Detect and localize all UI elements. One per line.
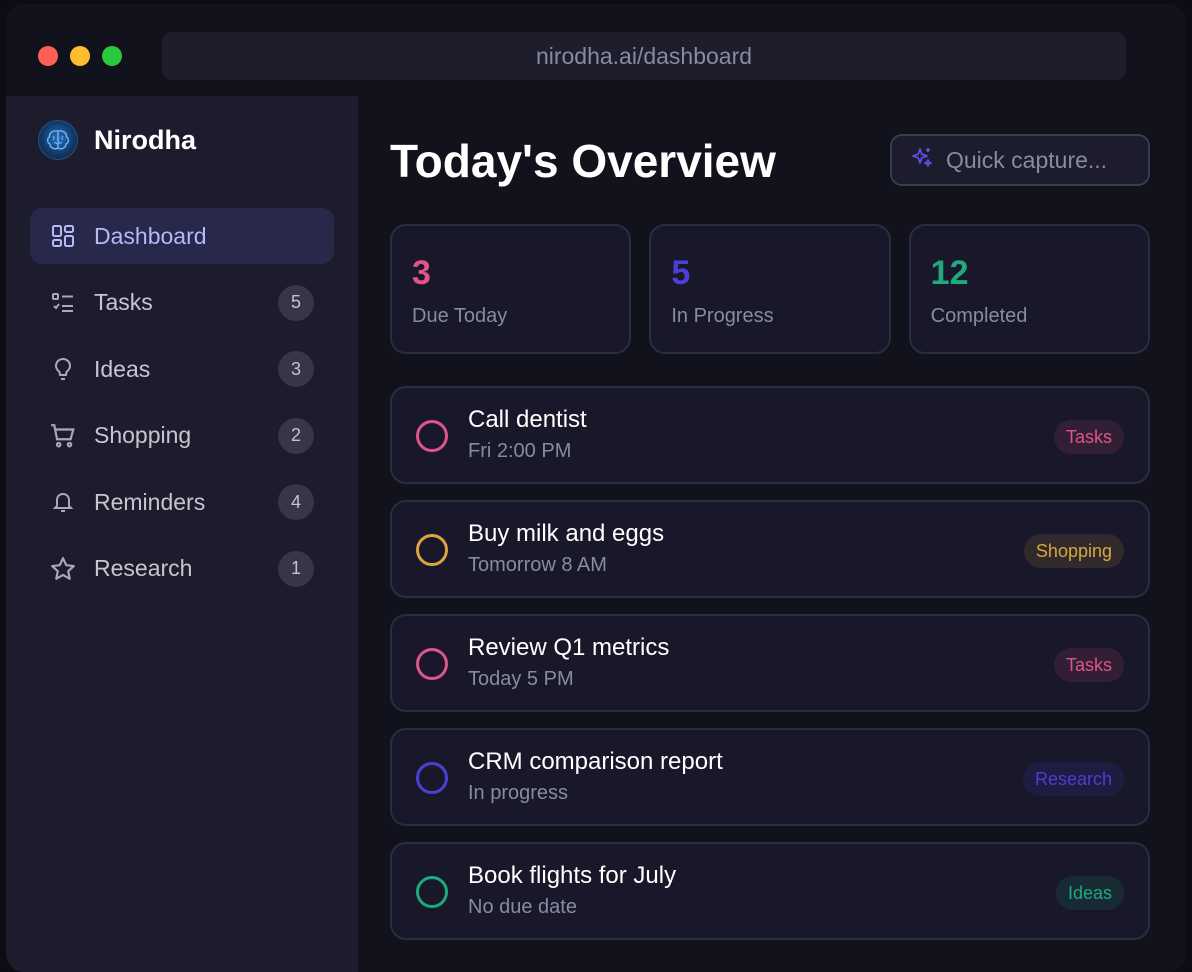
task-due: Fri 2:00 PM: [468, 440, 572, 462]
task-due: Today 5 PM: [468, 668, 574, 690]
sidebar-item-label: Ideas: [94, 355, 151, 382]
sidebar-item-reminders[interactable]: Reminders 4: [30, 474, 334, 530]
sidebar-item-research[interactable]: Research 1: [30, 541, 334, 597]
task-checkbox[interactable]: [416, 420, 448, 452]
category-tag[interactable]: Ideas: [1055, 876, 1124, 910]
task-checkbox[interactable]: [416, 762, 448, 794]
category-tag[interactable]: Tasks: [1053, 420, 1124, 454]
task-due: Tomorrow 8 AM: [468, 554, 607, 576]
sidebar-item-dashboard[interactable]: Dashboard: [30, 208, 334, 264]
category-tag[interactable]: Research: [1022, 762, 1124, 796]
stat-label: In Progress: [671, 305, 774, 327]
main-content: Today's Overview Quick capture... 3 Due …: [358, 96, 1186, 972]
task-list-icon: [50, 290, 76, 316]
lightbulb-icon: [50, 356, 76, 382]
category-tag[interactable]: Tasks: [1053, 648, 1124, 682]
stats-row: 3 Due Today 5 In Progress 12 Completed: [390, 224, 1150, 354]
count-badge: 4: [278, 484, 314, 520]
brand[interactable]: Nirodha: [38, 120, 196, 160]
task-checkbox[interactable]: [416, 534, 448, 566]
close-window-button[interactable]: [38, 46, 58, 66]
app-window: nirodha.ai/dashboard Nirodha Dashboard T…: [6, 4, 1186, 972]
title-bar: nirodha.ai/dashboard: [6, 4, 1186, 96]
dashboard-grid-icon: [50, 223, 76, 249]
stat-card-completed[interactable]: 12 Completed: [908, 224, 1150, 354]
quick-capture-label: Quick capture...: [946, 146, 1108, 173]
sidebar-item-ideas[interactable]: Ideas 3: [30, 341, 334, 397]
stat-card-due-today[interactable]: 3 Due Today: [390, 224, 632, 354]
quick-capture-button[interactable]: Quick capture...: [890, 134, 1150, 186]
star-icon: [50, 556, 76, 582]
sidebar-item-label: Reminders: [94, 488, 206, 515]
task-title: Review Q1 metrics: [468, 634, 670, 661]
stat-card-in-progress[interactable]: 5 In Progress: [649, 224, 891, 354]
sidebar-item-label: Research: [94, 555, 193, 581]
task-item[interactable]: Call dentist Fri 2:00 PM Tasks: [390, 386, 1150, 484]
count-badge: 5: [278, 284, 314, 321]
task-checkbox[interactable]: [416, 648, 448, 680]
sidebar-item-label: Tasks: [94, 289, 153, 315]
brain-logo-icon: [38, 120, 78, 160]
address-bar[interactable]: nirodha.ai/dashboard: [162, 32, 1126, 80]
sidebar-item-tasks[interactable]: Tasks 5: [30, 275, 334, 331]
sparkle-icon: [910, 146, 934, 175]
task-item[interactable]: Review Q1 metrics Today 5 PM Tasks: [390, 614, 1150, 712]
sidebar-item-label: Shopping: [94, 422, 192, 448]
stat-label: Completed: [930, 305, 1028, 327]
sidebar-item-label: Dashboard: [94, 222, 207, 249]
task-title: Buy milk and eggs: [468, 520, 665, 547]
minimize-window-button[interactable]: [70, 46, 90, 66]
count-badge: 3: [278, 351, 314, 387]
stat-value: 5: [671, 254, 691, 292]
sidebar: Nirodha Dashboard Tasks 5 Ideas 3 Shoppi…: [6, 96, 358, 972]
task-item[interactable]: Buy milk and eggs Tomorrow 8 AM Shopping: [390, 500, 1150, 598]
task-item[interactable]: CRM comparison report In progress Resear…: [390, 728, 1150, 826]
stat-value: 12: [930, 254, 969, 292]
task-due: In progress: [468, 782, 569, 804]
page-title: Today's Overview: [390, 135, 776, 187]
cart-icon: [50, 423, 76, 449]
task-list: Call dentist Fri 2:00 PM Tasks Buy milk …: [390, 386, 1150, 956]
brand-name: Nirodha: [94, 124, 197, 155]
bell-icon: [50, 489, 76, 515]
task-item[interactable]: Book flights for July No due date Ideas: [390, 842, 1150, 940]
sidebar-item-shopping[interactable]: Shopping 2: [30, 408, 334, 464]
url-text: nirodha.ai/dashboard: [535, 42, 753, 69]
task-title: Book flights for July: [468, 862, 677, 889]
maximize-window-button[interactable]: [102, 46, 122, 66]
task-checkbox[interactable]: [416, 876, 448, 908]
category-tag[interactable]: Shopping: [1023, 534, 1124, 568]
count-badge: 1: [278, 550, 314, 587]
sidebar-nav: Dashboard Tasks 5 Ideas 3 Shopping 2 Rem…: [30, 208, 334, 607]
task-title: CRM comparison report: [468, 748, 723, 775]
task-due: No due date: [468, 896, 577, 918]
stat-value: 3: [412, 254, 431, 292]
count-badge: 2: [278, 417, 314, 454]
stat-label: Due Today: [412, 305, 508, 327]
task-title: Call dentist: [468, 406, 587, 433]
